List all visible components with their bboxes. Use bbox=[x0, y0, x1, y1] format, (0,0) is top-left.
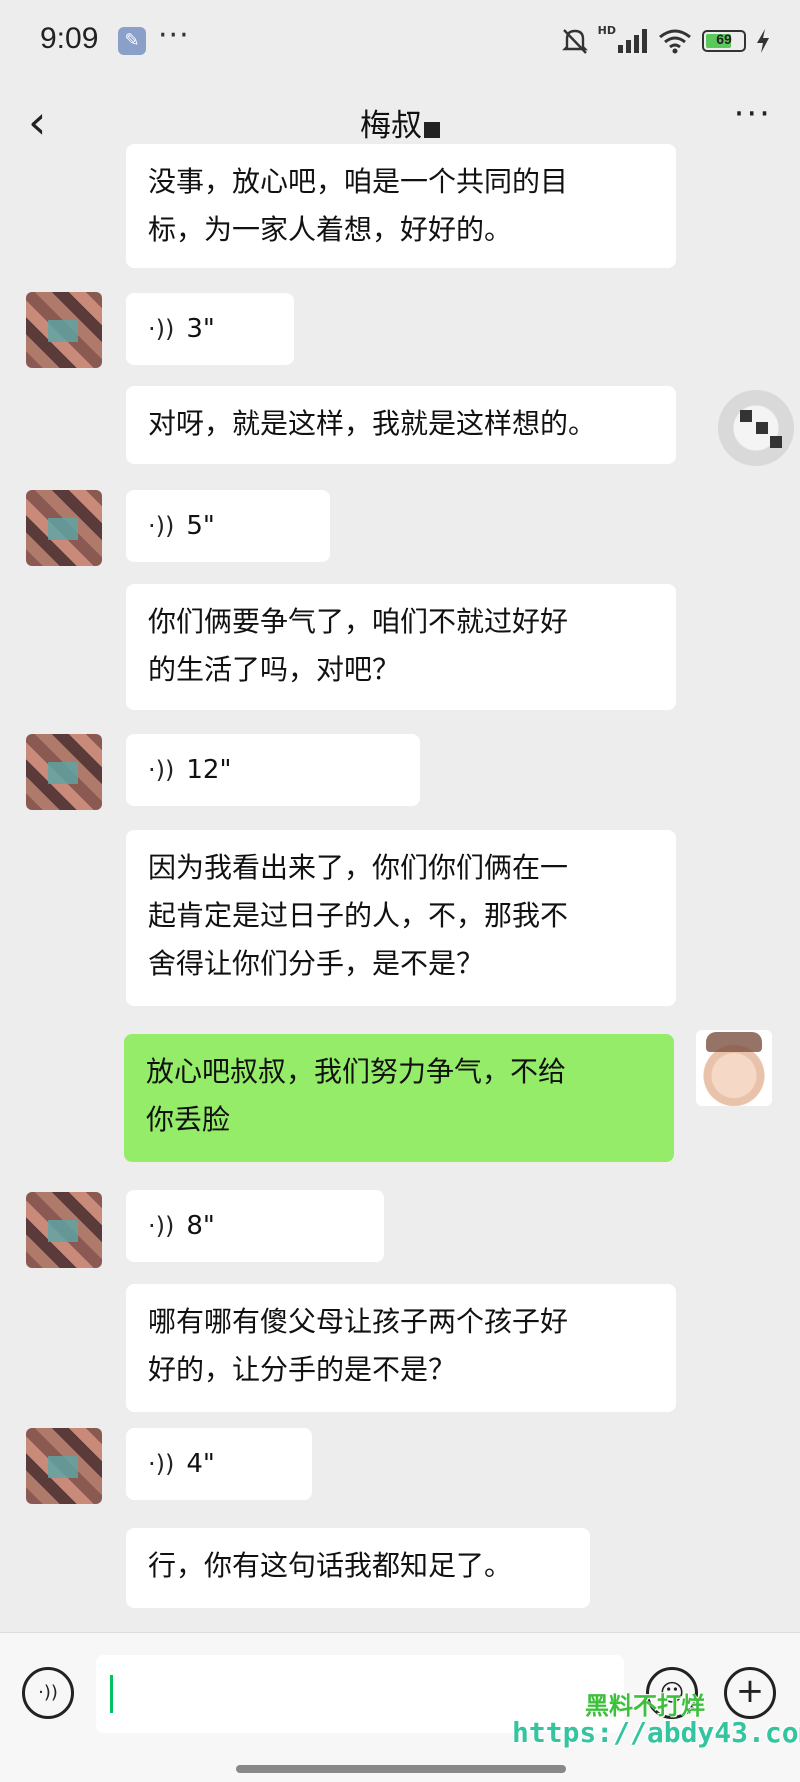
message-line: 对呀，就是这样，我就是这样想的。 bbox=[148, 407, 597, 440]
text-caret bbox=[110, 1675, 113, 1713]
message-line: 放心吧叔叔，我们努力争气，不给 bbox=[146, 1055, 567, 1088]
contact-avatar[interactable] bbox=[26, 1428, 102, 1504]
message-bubble[interactable]: 行，你有这句话我都知足了。 bbox=[126, 1528, 590, 1608]
wrench-icon: ✎ bbox=[118, 27, 146, 55]
message-line: 因为我看出来了，你们你们俩在一 bbox=[148, 851, 569, 884]
message-line: 标，为一家人着想，好好的。 bbox=[148, 213, 513, 246]
status-icons: HD 69 bbox=[561, 24, 770, 58]
network-hd-label: HD bbox=[597, 24, 616, 37]
message-bubble[interactable]: 没事，放心吧，咱是一个共同的目 标，为一家人着想，好好的。 bbox=[126, 144, 676, 268]
chat-area[interactable]: 没事，放心吧，咱是一个共同的目 标，为一家人着想，好好的。 ·)) 3" 对呀，… bbox=[0, 144, 800, 1628]
voice-message[interactable]: ·)) 3" bbox=[126, 293, 294, 365]
contact-avatar[interactable] bbox=[26, 734, 102, 810]
message-line: 你们俩要争气了，咱们不就过好好 bbox=[148, 605, 569, 638]
voice-wave-icon: ·)) bbox=[148, 756, 175, 784]
voice-message[interactable]: ·)) 8" bbox=[126, 1190, 384, 1262]
redaction-mark bbox=[424, 122, 440, 138]
voice-message[interactable]: ·)) 5" bbox=[126, 490, 330, 562]
watermark-url: https://abdy43.com bbox=[512, 1716, 800, 1749]
sticker-avatar[interactable] bbox=[718, 390, 794, 466]
contact-avatar[interactable] bbox=[26, 490, 102, 566]
message-bubble[interactable]: 你们俩要争气了，咱们不就过好好 的生活了吗，对吧？ bbox=[126, 584, 676, 710]
contact-name-text: 梅叔 bbox=[360, 108, 422, 144]
message-line: 起肯定是过日子的人，不，那我不 bbox=[148, 899, 569, 932]
message-line: 没事，放心吧，咱是一个共同的目 bbox=[148, 165, 569, 198]
wifi-icon bbox=[659, 29, 691, 54]
voice-wave-icon: ·)) bbox=[148, 1450, 175, 1478]
voice-duration: 4" bbox=[186, 1449, 215, 1479]
contact-name: 梅叔 bbox=[0, 100, 800, 145]
mute-bell-icon bbox=[561, 29, 588, 54]
status-bar: 9:09 ✎ ··· HD 69 bbox=[0, 0, 800, 80]
signal-icon bbox=[618, 29, 647, 53]
message-line: 行，你有这句话我都知足了。 bbox=[148, 1549, 513, 1582]
charging-icon bbox=[757, 29, 769, 53]
home-indicator[interactable] bbox=[236, 1765, 566, 1773]
contact-avatar[interactable] bbox=[26, 292, 102, 368]
battery-percent: 69 bbox=[716, 31, 732, 47]
message-line: 好的，让分手的是不是？ bbox=[148, 1353, 457, 1386]
voice-wave-icon: ·)) bbox=[148, 512, 175, 540]
voice-wave-icon: ·)) bbox=[148, 315, 175, 343]
message-bubble[interactable]: 哪有哪有傻父母让孩子两个孩子好 好的，让分手的是不是？ bbox=[126, 1284, 676, 1412]
status-time: 9:09 bbox=[40, 22, 99, 55]
voice-wave-icon: ·)) bbox=[148, 1212, 175, 1240]
battery-indicator: 69 bbox=[702, 30, 746, 52]
message-line: 的生活了吗，对吧？ bbox=[148, 653, 401, 686]
message-bubble[interactable]: 因为我看出来了，你们你们俩在一 起肯定是过日子的人，不，那我不 舍得让你们分手，… bbox=[126, 830, 676, 1006]
voice-message[interactable]: ·)) 12" bbox=[126, 734, 420, 806]
my-message-bubble[interactable]: 放心吧叔叔，我们努力争气，不给 你丢脸 bbox=[124, 1034, 674, 1162]
my-avatar[interactable] bbox=[696, 1030, 772, 1106]
voice-duration: 3" bbox=[186, 314, 215, 344]
status-dots: ··· bbox=[158, 18, 190, 53]
voice-duration: 8" bbox=[186, 1211, 215, 1241]
plus-icon[interactable]: + bbox=[724, 1667, 776, 1719]
more-options-icon[interactable]: ··· bbox=[734, 94, 772, 134]
message-bubble[interactable]: 对呀，就是这样，我就是这样想的。 bbox=[126, 386, 676, 464]
voice-duration: 12" bbox=[186, 755, 232, 785]
message-line: 哪有哪有傻父母让孩子两个孩子好 bbox=[148, 1305, 569, 1338]
voice-input-icon[interactable]: ·)) bbox=[22, 1667, 74, 1719]
contact-avatar[interactable] bbox=[26, 1192, 102, 1268]
voice-message[interactable]: ·)) 4" bbox=[126, 1428, 312, 1500]
message-line: 你丢脸 bbox=[146, 1103, 231, 1136]
voice-duration: 5" bbox=[186, 511, 215, 541]
message-line: 舍得让你们分手，是不是？ bbox=[148, 947, 485, 980]
